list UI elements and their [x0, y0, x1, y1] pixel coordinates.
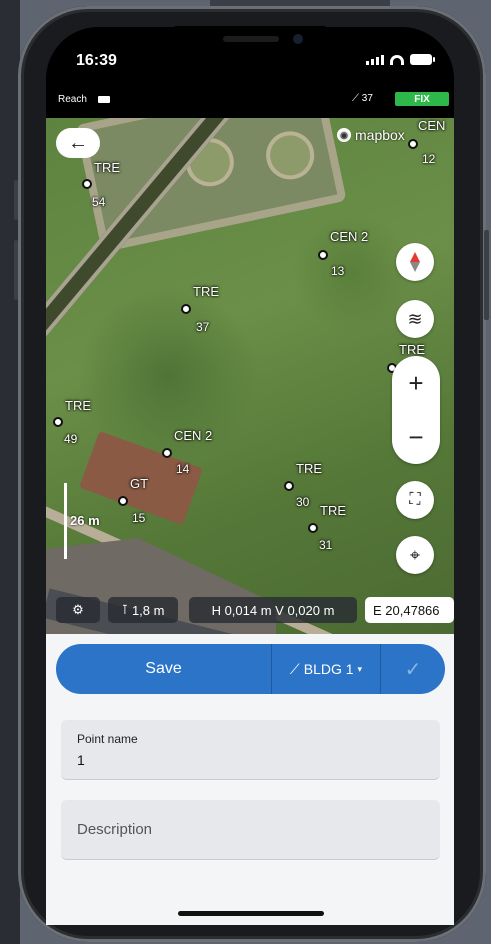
point-number: 15 — [132, 511, 146, 525]
status-time: 16:39 — [76, 52, 117, 69]
wifi-icon — [390, 54, 404, 65]
code-selector[interactable]: ⟋ BLDG 1 ▾ — [272, 644, 380, 694]
point-number: 14 — [176, 462, 190, 476]
zoom-in-button[interactable]: + — [392, 356, 440, 410]
point-code: CEN — [418, 118, 446, 133]
point-name-value: 1 — [77, 752, 85, 768]
satellite-count: ⟋ 37 — [352, 93, 373, 104]
plus-icon: + — [408, 367, 424, 398]
fix-status-badge: FIX — [395, 92, 449, 106]
compass-button[interactable] — [396, 243, 434, 281]
status-icons — [366, 54, 435, 65]
point-code: TRE — [320, 503, 346, 518]
map-point[interactable] — [318, 250, 328, 260]
zoom-control: + − — [392, 356, 440, 464]
fit-to-points-button[interactable]: ⛶ — [396, 481, 434, 519]
compass-icon — [410, 252, 420, 262]
background-left — [0, 0, 20, 944]
front-camera — [293, 34, 303, 44]
map-scale-label: 26 m — [70, 513, 100, 528]
point-code: TRE — [94, 160, 120, 175]
check-icon: ✓ — [404, 658, 422, 681]
zoom-out-button[interactable]: − — [392, 410, 440, 464]
precision-value: H 0,014 m V 0,020 m — [211, 602, 335, 618]
point-number: 30 — [296, 495, 310, 509]
compass-needle-south — [410, 262, 420, 272]
point-number: 12 — [422, 152, 436, 166]
point-number: 13 — [331, 264, 345, 278]
map-point[interactable] — [118, 496, 128, 506]
point-code: TRE — [193, 284, 219, 299]
arrow-left-icon: ← — [68, 131, 88, 154]
settings-chip[interactable]: ⚙ — [56, 597, 100, 623]
point-number: 49 — [64, 432, 78, 446]
antenna-height-chip[interactable]: ⊺ 1,8 m — [108, 597, 178, 623]
receiver-battery-icon — [98, 96, 110, 103]
fullscreen-icon: ⛶ — [409, 491, 421, 508]
chevron-down-icon: ▾ — [357, 663, 363, 674]
precision-chip: H 0,014 m V 0,020 m — [189, 597, 357, 623]
side-button-left-1 — [14, 180, 18, 220]
speaker — [223, 36, 279, 42]
info-row: ⚙ ⊺ 1,8 m H 0,014 m V 0,020 m E 20,47866 — [46, 594, 454, 626]
coordinate-chip: E 20,47866 — [365, 597, 454, 623]
map-point[interactable] — [53, 417, 63, 427]
point-number: 54 — [92, 195, 106, 209]
point-code: GT — [130, 476, 149, 491]
point-name-label: Point name — [77, 732, 138, 746]
receiver-name: Reach — [58, 94, 87, 105]
side-button-left-2 — [14, 240, 18, 300]
map-scale-bar — [64, 483, 67, 559]
point-name-field[interactable]: Point name 1 — [61, 720, 440, 780]
battery-icon — [410, 54, 435, 65]
signal-icon — [366, 54, 384, 65]
map-garden-circle — [261, 126, 319, 184]
point-number: 37 — [196, 320, 210, 334]
point-code: CEN 2 — [330, 229, 369, 244]
map-point[interactable] — [82, 179, 92, 189]
description-field[interactable]: Description — [61, 800, 440, 860]
confirm-button[interactable]: ✓ — [381, 644, 445, 694]
side-button-right — [484, 230, 489, 320]
easting-value: E 20,47866 — [373, 602, 440, 618]
back-button[interactable]: ← — [56, 128, 100, 158]
point-number: 31 — [319, 538, 333, 552]
map-point[interactable] — [308, 523, 318, 533]
save-button[interactable]: Save — [56, 644, 271, 694]
code-label: BLDG 1 — [303, 661, 354, 677]
gear-icon: ⚙ — [72, 602, 84, 617]
point-code: CEN 2 — [174, 428, 213, 443]
line-icon: ⟋ — [289, 660, 300, 677]
map-point[interactable] — [284, 481, 294, 491]
antenna-icon: ⊺ — [121, 602, 129, 617]
satellite-count-value: 37 — [361, 93, 373, 104]
layers-icon: ≋ — [407, 308, 423, 329]
satellite-icon: ⟋ — [352, 93, 359, 104]
map-point[interactable] — [408, 139, 418, 149]
point-code: TRE — [296, 461, 322, 476]
minus-icon: − — [408, 421, 424, 452]
mapbox-text: mapbox — [355, 127, 405, 143]
point-code: TRE — [65, 398, 91, 413]
description-placeholder: Description — [77, 821, 153, 838]
map-point[interactable] — [181, 304, 191, 314]
locate-button[interactable]: ⌖ — [396, 536, 434, 574]
antenna-height-value: 1,8 m — [131, 602, 165, 618]
save-bar: Save ⟋ BLDG 1 ▾ ✓ — [56, 644, 445, 694]
notch — [175, 26, 325, 56]
mapbox-icon: ◉ — [337, 128, 351, 142]
point-code: TRE — [399, 342, 425, 357]
home-indicator[interactable] — [178, 911, 324, 916]
layers-button[interactable]: ≋ — [396, 300, 434, 338]
mapbox-logo: ◉ mapbox — [337, 127, 405, 143]
map-point[interactable] — [162, 448, 172, 458]
crosshair-icon: ⌖ — [409, 544, 421, 565]
